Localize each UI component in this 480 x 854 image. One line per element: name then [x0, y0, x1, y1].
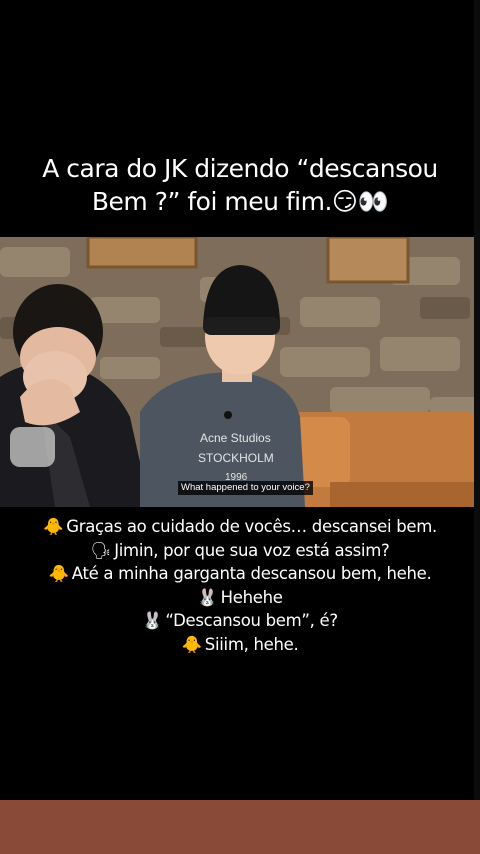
bottom-color-bar [0, 800, 480, 854]
chick-icon: 🐥 [48, 564, 70, 583]
dialogue-line-text: Hehehe [220, 587, 283, 607]
chick-icon: 🐥 [181, 634, 203, 654]
video-screenshot: Acne Studios STOCKHOLM 1996 What happene… [0, 237, 480, 507]
dialogue-line-text: Graças ao cuidado de vocês… descansei be… [66, 517, 437, 536]
dialogue-line: 🐥 Siiim, hehe. [40, 633, 440, 657]
dialogue-line: 🐥 Graças ao cuidado de vocês… descansei b… [40, 515, 440, 539]
dialogue-line-text: Siiim, hehe. [204, 634, 299, 654]
dialogue-line: 🗣 Jimin, por que sua voz está assim? [40, 539, 440, 563]
caption-line-1: A cara do JK dizendo “descansou [42, 154, 438, 183]
dialogue-line-text: “Descansou bem”, é? [165, 611, 338, 630]
speaking-head-icon: 🗣 [90, 540, 112, 560]
shirt-print-line-2: STOCKHOLM [198, 451, 274, 465]
video-subtitle: What happened to your voice? [178, 481, 313, 495]
caption-line-2: Bem ?” foi meu fim. [91, 187, 333, 216]
story-edge-strip [474, 0, 480, 800]
chick-icon: 🐥 [43, 517, 64, 536]
dialogue-line-text: Até a minha garganta descansou bem, hehe… [71, 564, 432, 583]
dialogue-text: 🐥 Graças ao cuidado de vocês… descansei b… [40, 515, 440, 656]
bunny-icon: 🐰 [197, 587, 218, 607]
smirk-eyes-emoji-icon: 😏👀 [331, 187, 389, 216]
bunny-icon: 🐰 [142, 611, 163, 630]
dialogue-line: 🐥 Até a minha garganta descansou bem, heh… [40, 562, 440, 586]
story-caption: A cara do JK dizendo “descansou Bem ?” f… [20, 152, 460, 218]
dialogue-line: 🐰 Hehehe [40, 586, 440, 610]
shirt-print-line-1: Acne Studios [200, 431, 271, 445]
video-scene-illustration: Acne Studios STOCKHOLM 1996 [0, 237, 480, 507]
story-viewer: A cara do JK dizendo “descansou Bem ?” f… [0, 0, 480, 854]
dialogue-line: 🐰 “Descansou bem”, é? [40, 609, 440, 633]
dialogue-line-text: Jimin, por que sua voz está assim? [114, 540, 390, 560]
